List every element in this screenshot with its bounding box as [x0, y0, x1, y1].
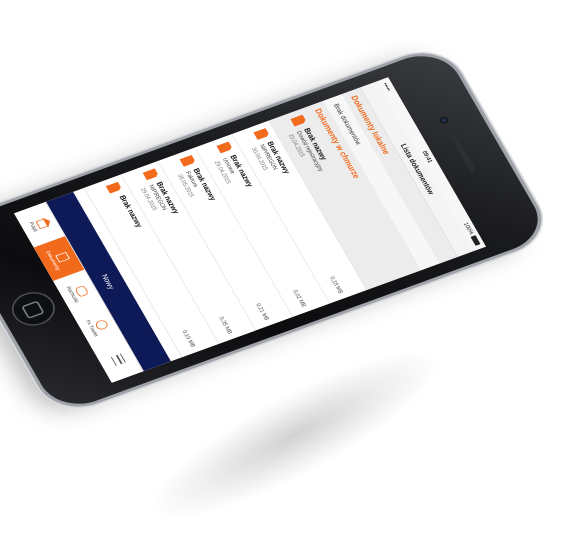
new-document-label: Nowy: [99, 273, 117, 291]
document-size: 0,18 MB: [328, 275, 344, 295]
front-camera: [437, 115, 450, 126]
document-size: 0,02 MB: [291, 289, 307, 308]
document-size: 0,19 MB: [180, 329, 196, 349]
document-icon: [179, 155, 196, 167]
earpiece-speaker: [449, 132, 476, 173]
document-size: 0,21 MB: [254, 302, 270, 322]
document-icon: [216, 141, 233, 153]
battery-icon: [470, 235, 481, 246]
document-icon: [253, 128, 270, 140]
menu-icon: [111, 353, 127, 366]
fx-icon: [94, 318, 110, 332]
document-icon: [106, 182, 123, 194]
phone-device: ••••• 09:41 100% Lista dokumentów Dokume…: [0, 45, 551, 415]
home-button[interactable]: [4, 286, 62, 332]
home-square-icon: [21, 300, 45, 320]
document-size: 0,35 MB: [217, 316, 233, 335]
coins-icon: [74, 284, 90, 298]
document-icon: [290, 115, 307, 127]
document-icon: [142, 168, 159, 180]
documents-icon: [55, 251, 70, 263]
carrier-signal: •••••: [381, 82, 392, 92]
home-icon: [35, 218, 48, 230]
